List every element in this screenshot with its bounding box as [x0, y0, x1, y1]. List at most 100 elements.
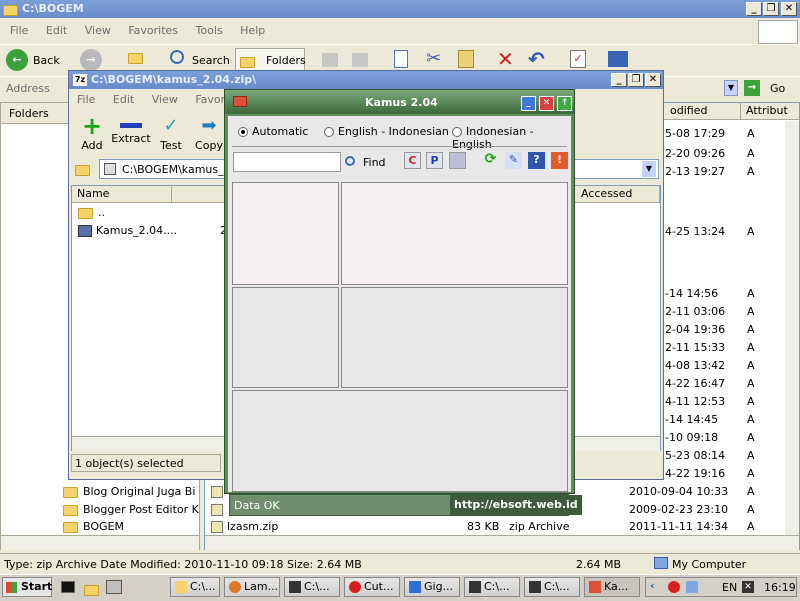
taskbar-item[interactable]: C:\...: [284, 577, 340, 597]
search-icon[interactable]: [170, 50, 184, 64]
menu-view[interactable]: View: [152, 93, 178, 106]
kamus-titlebar[interactable]: Kamus 2.04 _ ✕ ↑: [225, 90, 574, 114]
table-row[interactable]: lzasm.zip 83 KB zip Archive 2011-11-11 1…: [205, 518, 799, 536]
cut-icon[interactable]: ✂: [426, 48, 441, 69]
folders-label: Folders: [266, 54, 306, 67]
column-modified[interactable]: odified: [665, 103, 741, 119]
list-item[interactable]: Kamus_2.04.... 2: [78, 222, 228, 240]
edit-icon[interactable]: ✎: [505, 152, 522, 169]
paste-p-button[interactable]: P: [426, 152, 443, 169]
maximize-button[interactable]: ❐: [628, 73, 644, 87]
explorer-titlebar[interactable]: C:\BOGEM _ ❐ ✕: [0, 0, 800, 18]
taskbar-item[interactable]: Cut...: [344, 577, 400, 597]
menu-favorites[interactable]: Favorites: [128, 24, 178, 37]
app-quicklaunch-icon[interactable]: [106, 580, 122, 594]
warning-button[interactable]: !: [551, 152, 568, 169]
mode-automatic[interactable]: Automatic: [238, 125, 308, 138]
address-dropdown-button[interactable]: ▼: [724, 80, 738, 96]
copy-icon[interactable]: [394, 50, 408, 68]
move-icon[interactable]: [322, 53, 338, 67]
speaker-icon[interactable]: [449, 152, 466, 169]
folders-button[interactable]: Folders: [235, 48, 306, 72]
close-tray-icon[interactable]: ✕: [742, 581, 754, 593]
close-button[interactable]: ✕: [645, 73, 661, 87]
tray-arrow-icon[interactable]: ‹: [650, 579, 655, 592]
minimize-button[interactable]: _: [521, 96, 536, 111]
back-icon[interactable]: ←: [6, 49, 28, 71]
test-button[interactable]: ✓ Test: [155, 113, 187, 153]
definition-panel-2[interactable]: [341, 287, 568, 388]
taskbar-item-active[interactable]: Ka...: [584, 577, 640, 597]
column-name[interactable]: Name: [72, 186, 172, 202]
mode-id-en[interactable]: Indonesian - English: [452, 125, 571, 151]
add-button[interactable]: + Add: [77, 113, 107, 153]
folder-quicklaunch-icon[interactable]: [84, 583, 104, 596]
taskbar-item[interactable]: Lam...: [224, 577, 280, 597]
word-list-panel-2[interactable]: [232, 287, 339, 388]
menu-file[interactable]: File: [10, 24, 28, 37]
delete-icon[interactable]: ✕: [497, 47, 514, 71]
on-top-button[interactable]: ↑: [557, 96, 572, 111]
lang-indicator[interactable]: EN: [722, 581, 737, 594]
menu-view[interactable]: View: [85, 24, 111, 37]
back-button[interactable]: Back: [33, 54, 60, 67]
taskbar-item[interactable]: C:\...: [464, 577, 520, 597]
column-accessed[interactable]: Accessed: [576, 186, 660, 202]
copy-to-icon[interactable]: [352, 53, 368, 67]
forward-icon[interactable]: →: [80, 49, 102, 71]
paste-icon[interactable]: [458, 50, 474, 68]
menu-edit[interactable]: Edit: [113, 93, 134, 106]
folder-tree-item[interactable]: Blog Original Juga Bi: [63, 483, 195, 501]
taskbar-item[interactable]: Gig...: [404, 577, 460, 597]
word-list-panel[interactable]: [232, 182, 339, 285]
go-button[interactable]: → Go: [744, 79, 794, 99]
folder-tree-item-selected[interactable]: BOGEM: [63, 518, 124, 536]
start-button[interactable]: Start: [2, 577, 52, 597]
folder-tree-item[interactable]: Blogger Post Editor K: [63, 501, 199, 519]
find-button[interactable]: Find: [363, 156, 386, 169]
close-button[interactable]: ✕: [781, 2, 797, 16]
row-attr: A: [747, 305, 755, 318]
network-icon[interactable]: [686, 581, 698, 593]
radio-automatic[interactable]: [238, 127, 248, 137]
file-list-horizontal-scrollbar[interactable]: [205, 535, 799, 550]
menu-help[interactable]: Help: [240, 24, 265, 37]
search-icon[interactable]: [345, 156, 355, 166]
extract-button[interactable]: Extract: [111, 113, 151, 153]
refresh-icon[interactable]: ⟳: [482, 152, 499, 169]
up-folder-icon[interactable]: [128, 51, 148, 64]
definition-panel[interactable]: [341, 182, 568, 285]
column-attributes[interactable]: Attribut: [741, 103, 800, 119]
maximize-button[interactable]: ❐: [763, 2, 779, 16]
properties-icon[interactable]: ✓: [570, 50, 586, 68]
kamus-url-link[interactable]: http://ebsoft.web.id: [450, 495, 582, 515]
minimize-button[interactable]: _: [611, 73, 627, 87]
radio-en-id[interactable]: [324, 127, 334, 137]
menu-tools[interactable]: Tools: [196, 24, 223, 37]
undo-icon[interactable]: ↶: [528, 47, 545, 71]
search-input[interactable]: [233, 152, 341, 172]
search-button[interactable]: Search: [192, 54, 230, 67]
up-folder-icon[interactable]: [75, 163, 95, 176]
close-button[interactable]: ✕: [539, 96, 554, 111]
help-button[interactable]: ?: [528, 152, 545, 169]
radio-id-en[interactable]: [452, 127, 462, 137]
notes-panel[interactable]: [232, 390, 568, 492]
folders-horizontal-scrollbar[interactable]: [1, 535, 199, 550]
minimize-button[interactable]: _: [746, 2, 762, 16]
copy-c-button[interactable]: C: [404, 152, 421, 169]
sevenzip-titlebar[interactable]: 7z C:\BOGEM\kamus_2.04.zip\ _ ❐ ✕: [69, 71, 663, 89]
menu-file[interactable]: File: [77, 93, 95, 106]
sevenzip-path-text: C:\BOGEM\kamus_2: [122, 163, 231, 176]
menu-edit[interactable]: Edit: [46, 24, 67, 37]
mode-en-id[interactable]: English - Indonesian: [324, 125, 449, 138]
cmd-quicklaunch-icon[interactable]: [61, 581, 75, 593]
opera-tray-icon[interactable]: [668, 581, 680, 593]
file-list-vertical-scrollbar[interactable]: [785, 121, 799, 535]
path-dropdown-button[interactable]: ▼: [642, 161, 656, 177]
views-icon[interactable]: [608, 51, 628, 67]
list-item[interactable]: ..: [78, 204, 105, 222]
copy-button[interactable]: ➡ Copy: [193, 113, 225, 153]
taskbar-item[interactable]: C:\...: [170, 577, 220, 597]
taskbar-item[interactable]: C:\...: [524, 577, 580, 597]
